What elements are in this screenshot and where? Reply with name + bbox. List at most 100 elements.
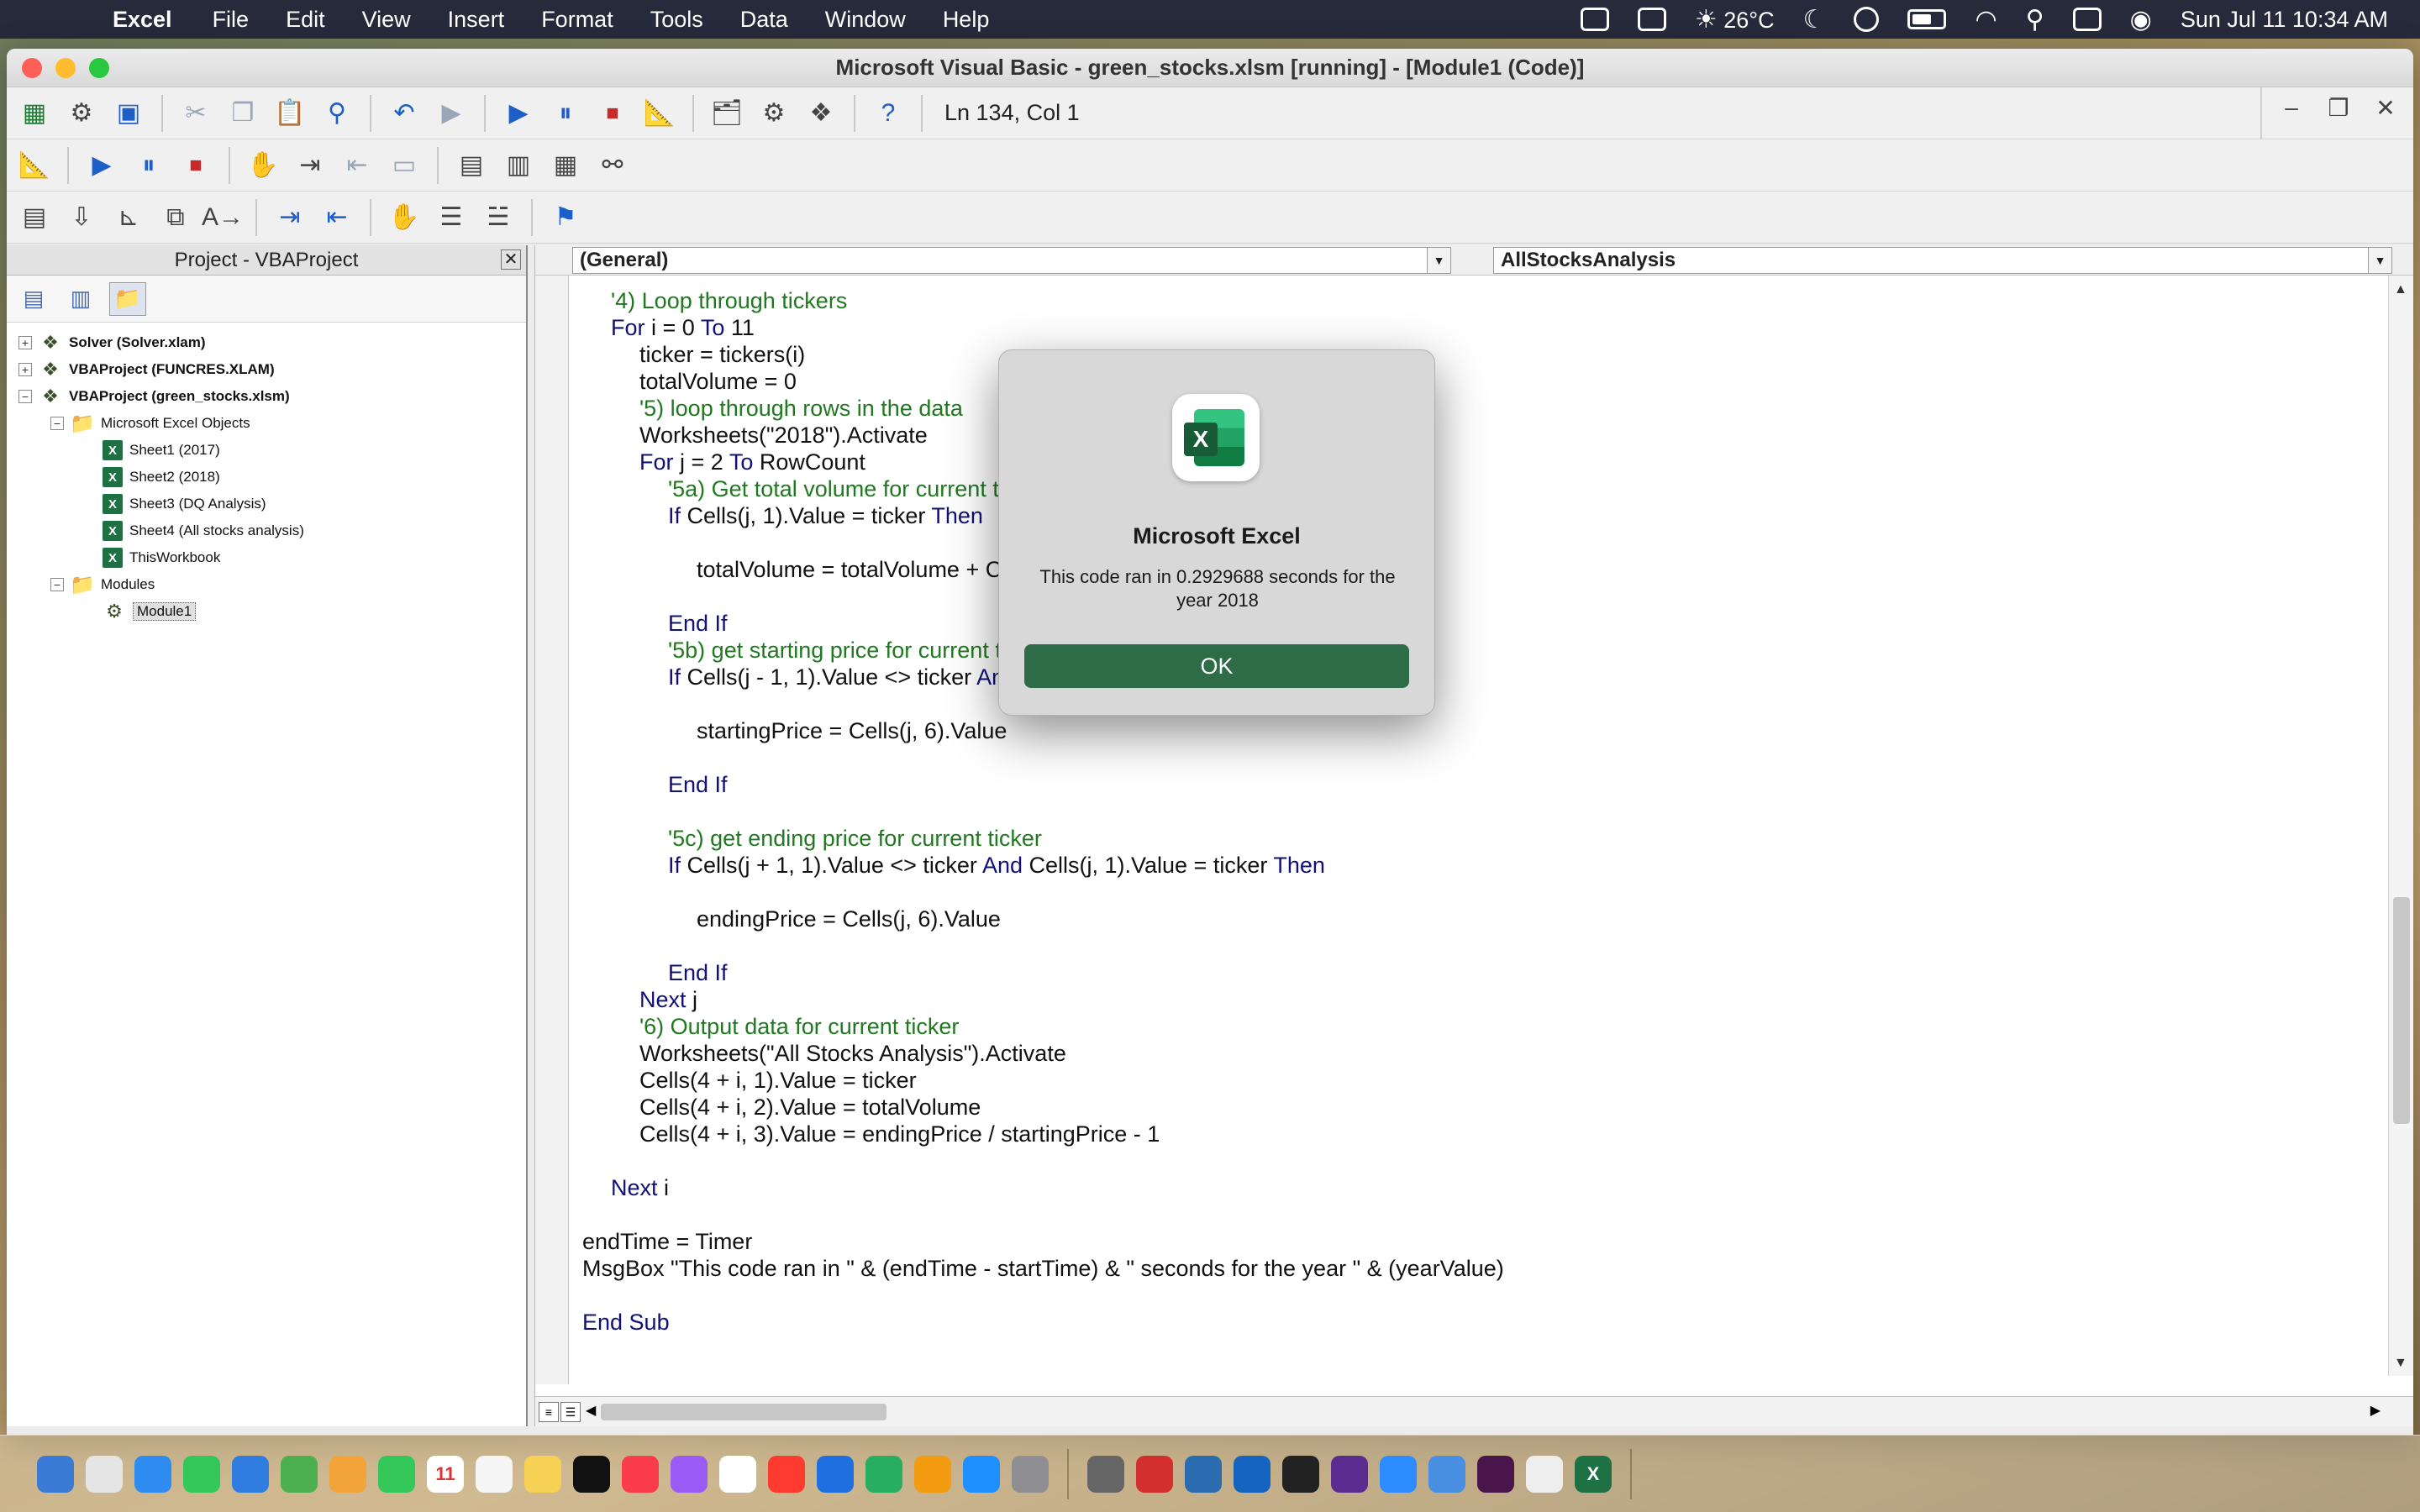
control-center-icon[interactable] — [2072, 8, 2102, 31]
keynote-icon[interactable] — [817, 1455, 854, 1493]
code-line[interactable] — [582, 690, 2364, 717]
cut-icon[interactable]: ✂ — [176, 94, 215, 133]
minimize-window-button[interactable] — [55, 58, 76, 78]
procedure-combobox[interactable]: AllStocksAnalysis ▼ — [1493, 247, 2392, 274]
siri-icon[interactable]: ◉ — [2130, 5, 2152, 34]
parameter-info-icon[interactable]: ⧉ — [156, 198, 195, 237]
battery-icon[interactable] — [1907, 9, 1947, 29]
menu-insert[interactable]: Insert — [448, 7, 505, 33]
help-icon[interactable]: ? — [869, 94, 908, 133]
minimize-icon[interactable]: – — [2277, 94, 2306, 122]
code-line[interactable] — [582, 1282, 2364, 1309]
close-window-button[interactable] — [22, 58, 42, 78]
scroll-right-icon[interactable]: ▶ — [2370, 1402, 2381, 1419]
view-object-icon[interactable]: ▥ — [62, 282, 99, 316]
tree-item[interactable]: ⚙ Module1 — [7, 598, 526, 625]
call-stack-icon[interactable]: ⚯ — [593, 146, 632, 185]
code-line[interactable]: '6) Output data for current ticker — [582, 1013, 2364, 1040]
scroll-down-icon[interactable]: ▼ — [2394, 1356, 2407, 1371]
locals-window-icon[interactable]: ▤ — [452, 146, 491, 185]
code-line[interactable]: endingPrice = Cells(j, 6).Value — [582, 906, 2364, 932]
menu-file[interactable]: File — [213, 7, 250, 33]
code-line[interactable]: startingPrice = Cells(j, 6).Value — [582, 717, 2364, 744]
view-code-icon[interactable]: ▤ — [15, 282, 52, 316]
menu-data[interactable]: Data — [740, 7, 788, 33]
redo-icon[interactable]: ▶ — [432, 94, 471, 133]
code-line[interactable]: '4) Loop through tickers — [582, 287, 2364, 314]
pages-icon[interactable] — [914, 1455, 951, 1493]
code-line[interactable] — [582, 1201, 2364, 1228]
complete-word-icon[interactable]: A→ — [202, 198, 244, 237]
app-menu[interactable]: Excel — [113, 7, 172, 33]
moon-icon[interactable]: ☾ — [1803, 5, 1826, 34]
tree-item[interactable]: + ❖ Solver (Solver.xlam) — [7, 329, 526, 356]
mail-status-icon[interactable] — [1637, 8, 1666, 31]
ok-button[interactable]: OK — [1024, 644, 1409, 688]
code-line[interactable] — [582, 798, 2364, 825]
tree-item[interactable]: + ❖ VBAProject (FUNCRES.XLAM) — [7, 356, 526, 383]
watch-window-icon[interactable]: ▦ — [546, 146, 585, 185]
design-mode-icon[interactable]: 📐 — [640, 94, 679, 133]
tree-item[interactable]: X Sheet2 (2018) — [7, 464, 526, 491]
break-icon[interactable]: ⏸ — [546, 94, 585, 133]
photos-icon[interactable] — [329, 1455, 366, 1493]
code-line[interactable]: End If — [582, 959, 2364, 986]
calendar-icon[interactable]: 11 — [427, 1455, 464, 1493]
reminders-icon[interactable] — [476, 1455, 513, 1493]
break-icon[interactable]: ⏸ — [129, 146, 168, 185]
undo-icon[interactable]: ↶ — [385, 94, 424, 133]
messages-icon[interactable] — [183, 1455, 220, 1493]
menu-view[interactable]: View — [362, 7, 411, 33]
outlook-icon[interactable] — [1234, 1455, 1270, 1493]
tree-item[interactable]: X Sheet1 (2017) — [7, 437, 526, 464]
expand-icon[interactable]: + — [18, 363, 32, 376]
safari-icon[interactable] — [134, 1455, 171, 1493]
menu-tools[interactable]: Tools — [650, 7, 703, 33]
save-icon[interactable]: ▣ — [109, 94, 148, 133]
code-line[interactable] — [582, 529, 2364, 556]
code-line[interactable] — [582, 879, 2364, 906]
uncomment-block-icon[interactable]: ☱ — [479, 198, 518, 237]
code-line[interactable] — [582, 1147, 2364, 1174]
vertical-scrollbar[interactable]: ▲ ▼ — [2388, 276, 2413, 1376]
code-line[interactable]: MsgBox "This code ran in " & (endTime - … — [582, 1255, 2364, 1282]
quick-info-icon[interactable]: ⊾ — [109, 198, 148, 237]
toggle-breakpoint-icon[interactable]: ✋ — [244, 146, 282, 185]
acrobat-icon[interactable] — [1136, 1455, 1173, 1493]
vertical-scroll-thumb[interactable] — [2393, 897, 2410, 1124]
reset-icon[interactable]: ⏹ — [593, 94, 632, 133]
collapse-icon[interactable]: − — [50, 417, 64, 430]
list-constants-icon[interactable]: ⇩ — [62, 198, 101, 237]
code-line[interactable]: For i = 0 To 11 — [582, 314, 2364, 341]
paste-icon[interactable]: 📋 — [271, 94, 309, 133]
visual-studio-icon[interactable] — [1331, 1455, 1368, 1493]
indent-icon[interactable]: ⇥ — [271, 198, 309, 237]
menu-window[interactable]: Window — [825, 7, 906, 33]
step-over-icon[interactable]: ⇤ — [338, 146, 376, 185]
tree-item[interactable]: X ThisWorkbook — [7, 544, 526, 571]
code-line[interactable] — [582, 583, 2364, 610]
code-line[interactable]: Next j — [582, 986, 2364, 1013]
object-combobox[interactable]: (General) ▼ — [572, 247, 1451, 274]
code-line[interactable]: '5c) get ending price for current ticker — [582, 825, 2364, 852]
design-mode-icon[interactable]: 📐 — [15, 146, 54, 185]
notes-icon[interactable] — [524, 1455, 561, 1493]
zoom-icon[interactable] — [1380, 1455, 1417, 1493]
code-line[interactable] — [582, 932, 2364, 959]
scroll-left-icon[interactable]: ◀ — [586, 1402, 596, 1419]
code-line[interactable]: Worksheets("All Stocks Analysis").Activa… — [582, 1040, 2364, 1067]
reset-icon[interactable]: ⏹ — [176, 146, 215, 185]
code-line[interactable]: '5b) get starting price for current tick… — [582, 637, 2364, 664]
menu-help[interactable]: Help — [943, 7, 990, 33]
collapse-icon[interactable]: − — [18, 390, 32, 403]
horizontal-scroll-thumb[interactable] — [601, 1404, 886, 1420]
vscode-icon[interactable] — [1185, 1455, 1222, 1493]
code-line[interactable]: Cells(4 + i, 3).Value = endingPrice / st… — [582, 1121, 2364, 1147]
code-line[interactable]: totalVolume = totalVolume + Cells(j, 8).… — [582, 556, 2364, 583]
launchpad-icon[interactable] — [86, 1455, 123, 1493]
terminal-icon[interactable] — [1282, 1455, 1319, 1493]
code-line[interactable]: End If — [582, 771, 2364, 798]
breakpoint-hand-icon[interactable]: ✋ — [385, 198, 424, 237]
numbers-icon[interactable] — [865, 1455, 902, 1493]
code-line[interactable]: For j = 2 To RowCount — [582, 449, 2364, 475]
